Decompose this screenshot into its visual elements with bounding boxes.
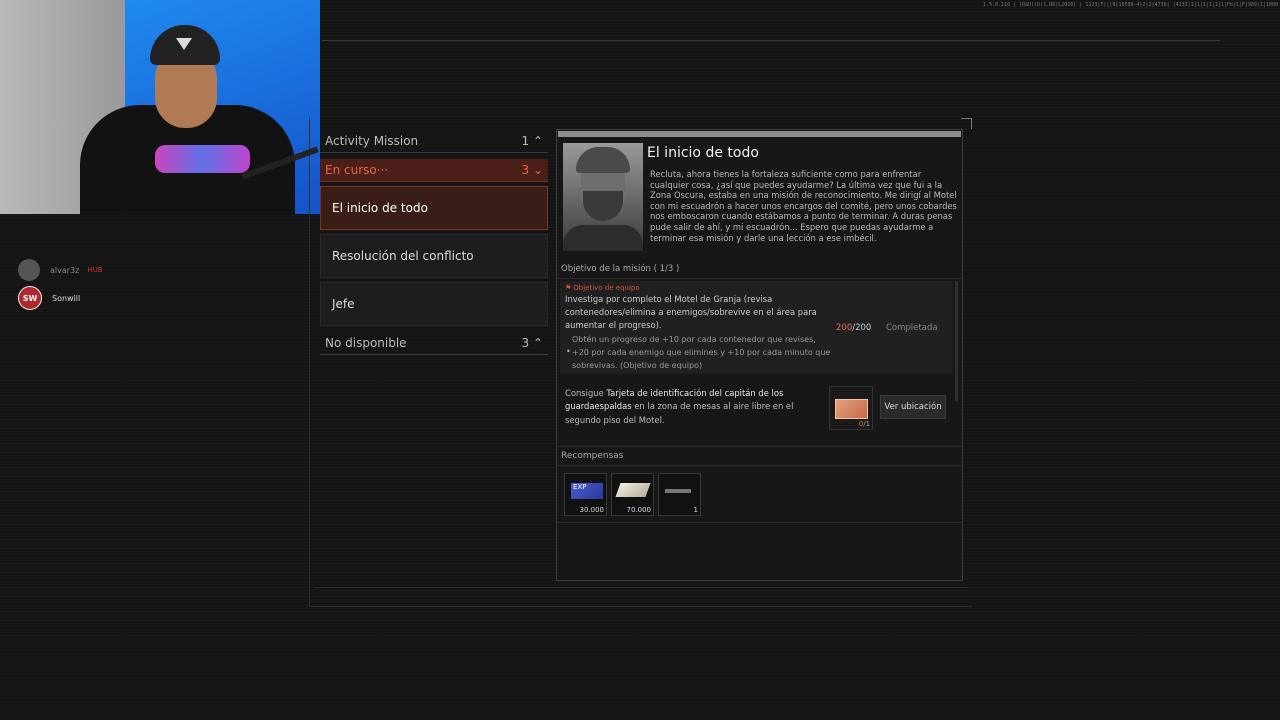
- frame-divider: [314, 587, 968, 588]
- category-label: En curso···: [325, 163, 389, 177]
- mission-item-el-inicio-de-todo[interactable]: El inicio de todo: [320, 186, 548, 230]
- webcam-overlay: [0, 0, 320, 214]
- reward-qty: 30.000: [579, 506, 605, 514]
- chat-username: Sonwill: [52, 293, 81, 303]
- rewards-header: Recompensas: [561, 451, 624, 461]
- category-count: 1 ⌃: [521, 134, 543, 148]
- view-location-button[interactable]: Ver ubicación: [880, 395, 946, 419]
- rifle-icon: [665, 489, 691, 493]
- chevron-up-icon: ⌃: [532, 134, 543, 148]
- id-card-icon: [835, 399, 868, 419]
- team-objective-tag: ⚑ Objetivo de equipo: [565, 284, 640, 292]
- top-divider: [322, 40, 1220, 41]
- divider: [557, 446, 962, 447]
- mission-item-resolucion-del-conflicto[interactable]: Resolución del conflicto: [320, 234, 548, 278]
- flag-icon: ⚑: [565, 284, 572, 292]
- portrait-beard: [583, 191, 623, 221]
- reward-qty: 70.000: [626, 506, 652, 514]
- mission-title: El inicio de todo: [647, 145, 759, 161]
- divider: [557, 465, 962, 466]
- microphone: [155, 145, 250, 173]
- divider: [557, 278, 962, 279]
- xp-card-icon: EXP: [571, 483, 603, 499]
- hub-badge: HUB: [87, 266, 103, 274]
- objective-collect-item: Consigue Tarjeta de identificación del c…: [560, 381, 953, 436]
- reward-weapon[interactable]: 1: [658, 473, 701, 516]
- objective-progress: 200/200: [836, 323, 872, 333]
- bullet-icon: •: [566, 347, 571, 356]
- divider: [557, 522, 962, 523]
- frame-corner: [961, 118, 972, 129]
- mission-description: Recluta, ahora tienes la fortaleza sufic…: [650, 169, 957, 243]
- portrait-shoulders: [563, 225, 643, 251]
- category-count: 3 ⌄: [521, 163, 543, 177]
- item-count: 0/1: [858, 420, 870, 428]
- panel-header-bar: [558, 131, 961, 137]
- chat-username: alvar3z: [50, 265, 80, 275]
- objective-status: Completada: [886, 323, 938, 333]
- category-count: 3 ⌃: [521, 336, 543, 350]
- mission-detail-panel: El inicio de todo Recluta, ahora tienes …: [556, 129, 963, 581]
- reward-cash[interactable]: 70.000: [611, 473, 654, 516]
- reward-exp[interactable]: EXP 30.000: [564, 473, 607, 516]
- cash-icon: [615, 483, 651, 497]
- objectives-header: Objetivo de la misión ( 1/3 ): [561, 264, 680, 274]
- npc-portrait: [563, 143, 643, 251]
- category-activity-mission[interactable]: Activity Mission 1 ⌃: [320, 130, 548, 153]
- chat-message: alvar3z HUB: [18, 258, 298, 282]
- chevron-down-icon: ⌄: [532, 163, 543, 177]
- reward-qty: 1: [693, 506, 698, 514]
- objective-text: Investiga por completo el Motel de Granj…: [565, 294, 817, 331]
- mission-list: Activity Mission 1 ⌃ En curso··· 3 ⌄ El …: [320, 130, 548, 355]
- objective-team: ⚑ Objetivo de equipo Investiga por comple…: [560, 281, 953, 374]
- stream-chat: alvar3z HUB SW Sonwill: [18, 258, 298, 314]
- rewards-list: EXP 30.000 70.000 1: [564, 473, 701, 516]
- chevron-up-icon: ⌃: [532, 336, 543, 350]
- category-unavailable[interactable]: No disponible 3 ⌃: [320, 332, 548, 355]
- avatar: SW: [18, 286, 42, 310]
- objective-subtext: Obtén un progreso de +10 por cada conten…: [572, 335, 831, 371]
- version-string: 1.5.0.116 | (R&D)(D)1.R6(L2020) | 1123|F…: [982, 2, 1278, 8]
- category-in-progress[interactable]: En curso··· 3 ⌄: [320, 159, 548, 182]
- objectives-scrollbar[interactable]: [955, 281, 958, 401]
- objective-text: Consigue Tarjeta de identificación del c…: [565, 388, 794, 425]
- id-card-item-slot[interactable]: 0/1: [829, 386, 873, 430]
- mission-item-jefe[interactable]: Jefe: [320, 282, 548, 326]
- category-label: Activity Mission: [325, 134, 419, 148]
- category-label: No disponible: [325, 336, 407, 350]
- portrait-helmet: [576, 147, 630, 173]
- chat-message: SW Sonwill: [18, 286, 298, 310]
- avatar: [18, 259, 40, 281]
